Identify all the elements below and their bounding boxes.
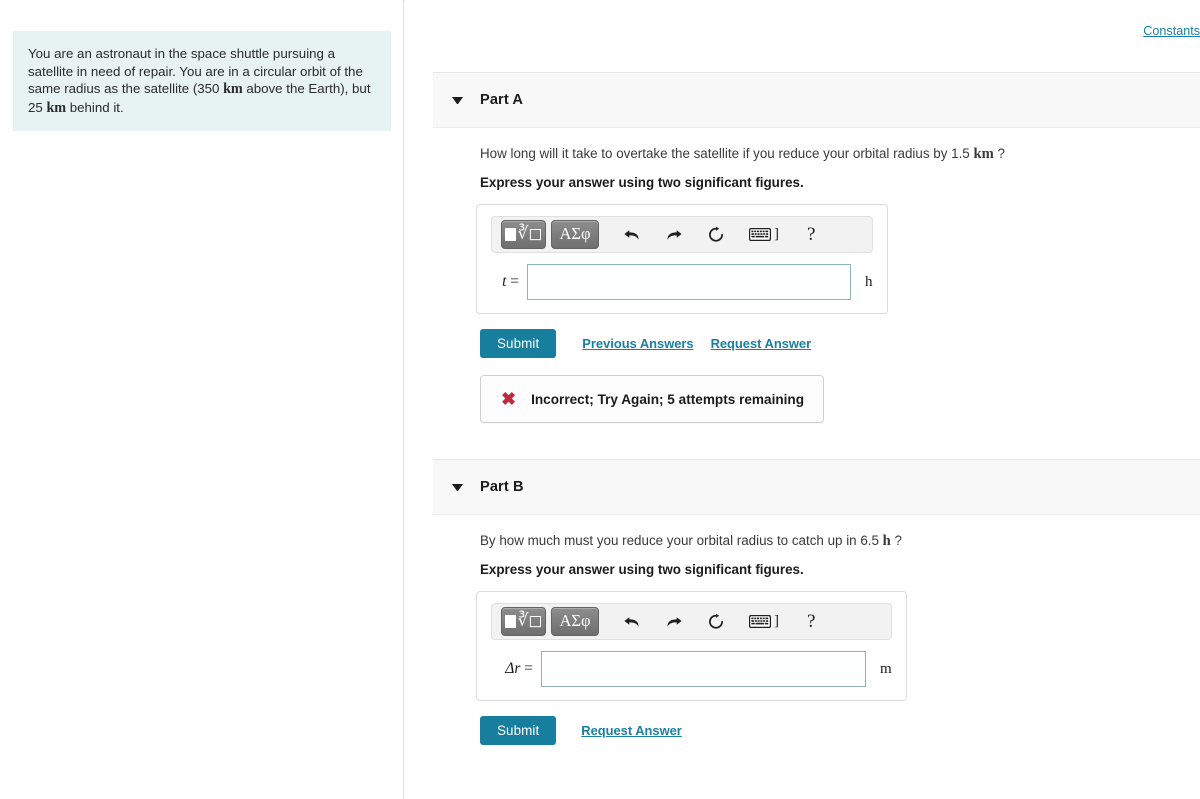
part-a-answer-input[interactable]	[527, 264, 851, 300]
nth-root-icon: ∛◻	[517, 611, 543, 630]
help-icon[interactable]: ?	[807, 224, 815, 246]
problem-text-part-3: behind it.	[66, 99, 124, 115]
keyboard-icon-wrap[interactable]: ]	[749, 613, 779, 630]
part-a-submit-button[interactable]: Submit	[480, 329, 557, 358]
math-toolbar-icons: ] ?	[623, 224, 815, 246]
part-a-title: Part A	[480, 92, 524, 108]
part-a-answer-card: ∛◻ ΑΣφ] ? t = h	[476, 204, 888, 314]
part-a-request-answer-link[interactable]: Request Answer	[711, 336, 812, 351]
math-toolbar-icons: ] ?	[623, 611, 815, 633]
keyboard-icon[interactable]	[749, 615, 771, 628]
part-a-variable-label: t =	[502, 273, 519, 290]
part-b-submit-button[interactable]: Submit	[480, 716, 557, 745]
part-a-submit-row: Submit Previous Answers Request Answer	[480, 329, 1200, 358]
redo-icon[interactable]	[665, 614, 683, 630]
part-b-header[interactable]: Part B	[433, 459, 1200, 515]
filled-square-icon	[504, 615, 516, 628]
part-b-answer-card: ∛◻ ΑΣφ] ? Δr = m	[476, 591, 907, 701]
part-a-feedback-banner: ✖ Incorrect; Try Again; 5 attempts remai…	[480, 375, 825, 423]
x-mark-icon: ✖	[501, 389, 517, 409]
constants-row: Constants	[1143, 22, 1200, 40]
help-icon[interactable]: ?	[807, 611, 815, 633]
redo-icon[interactable]	[665, 227, 683, 243]
undo-icon[interactable]	[623, 614, 641, 630]
part-b-question-text: By how much must you reduce your orbital…	[480, 533, 883, 548]
problem-unit-2: km	[46, 99, 67, 116]
chevron-down-icon-part-b[interactable]	[452, 483, 463, 491]
reset-icon[interactable]	[707, 613, 725, 631]
part-b-instruction: Express your answer using two significan…	[480, 562, 804, 577]
part-b-title: Part B	[480, 479, 524, 495]
problem-statement-panel: You are an astronaut in the space shuttl…	[0, 0, 404, 799]
part-b-question-unit: h	[882, 533, 891, 549]
nth-root-icon: ∛◻	[517, 224, 543, 243]
part-a-question-suffix: ?	[993, 146, 1005, 161]
part-a-instruction: Express your answer using two significan…	[480, 175, 804, 190]
part-b-math-toolbar: ∛◻ ΑΣφ] ?	[491, 603, 892, 640]
part-b-body: By how much must you reduce your orbital…	[405, 531, 1200, 745]
undo-icon[interactable]	[623, 227, 641, 243]
constants-link[interactable]: Constants	[1143, 24, 1200, 38]
problem-unit-1: km	[223, 81, 243, 97]
greek-symbols-button[interactable]: ΑΣφ	[551, 607, 599, 636]
part-a-question-unit: km	[973, 146, 994, 162]
part-b-unit-label: m	[880, 660, 892, 677]
part-a-math-toolbar: ∛◻ ΑΣφ] ?	[491, 216, 873, 253]
keyboard-icon[interactable]	[749, 228, 771, 241]
filled-square-icon	[504, 228, 516, 241]
part-a-previous-answers-link[interactable]: Previous Answers	[582, 336, 693, 351]
page-root: You are an astronaut in the space shuttl…	[0, 0, 1200, 799]
keyboard-icon-wrap[interactable]: ]	[749, 226, 779, 243]
part-b-input-row: Δr = m	[491, 651, 892, 687]
question-panel: Constants Part A How long will it take t…	[405, 0, 1200, 799]
chevron-down-icon-part-a[interactable]	[452, 96, 463, 104]
part-a-question: How long will it take to overtake the sa…	[480, 144, 1200, 164]
greek-symbols-button[interactable]: ΑΣφ	[551, 220, 599, 249]
reset-icon[interactable]	[707, 226, 725, 244]
part-b-question: By how much must you reduce your orbital…	[480, 531, 1200, 551]
keyboard-bracket: ]	[774, 613, 779, 629]
part-a-unit-label: h	[865, 273, 873, 290]
part-a-body: How long will it take to overtake the sa…	[405, 144, 1200, 423]
part-b-variable-label: Δr =	[505, 660, 533, 677]
keyboard-bracket: ]	[774, 226, 779, 242]
part-a-question-text: How long will it take to overtake the sa…	[480, 146, 974, 161]
part-a-feedback-text: Incorrect; Try Again; 5 attempts remaini…	[531, 391, 805, 407]
problem-statement-box: You are an astronaut in the space shuttl…	[13, 31, 391, 131]
part-a-header[interactable]: Part A	[433, 72, 1200, 128]
part-b-submit-row: Submit Request Answer	[480, 716, 1200, 745]
math-template-button[interactable]: ∛◻	[501, 220, 546, 249]
part-b-request-answer-link[interactable]: Request Answer	[581, 723, 682, 738]
part-a-input-row: t = h	[491, 264, 873, 300]
part-b-question-suffix: ?	[890, 533, 902, 548]
part-b-answer-input[interactable]	[541, 651, 866, 687]
math-template-button[interactable]: ∛◻	[501, 607, 546, 636]
